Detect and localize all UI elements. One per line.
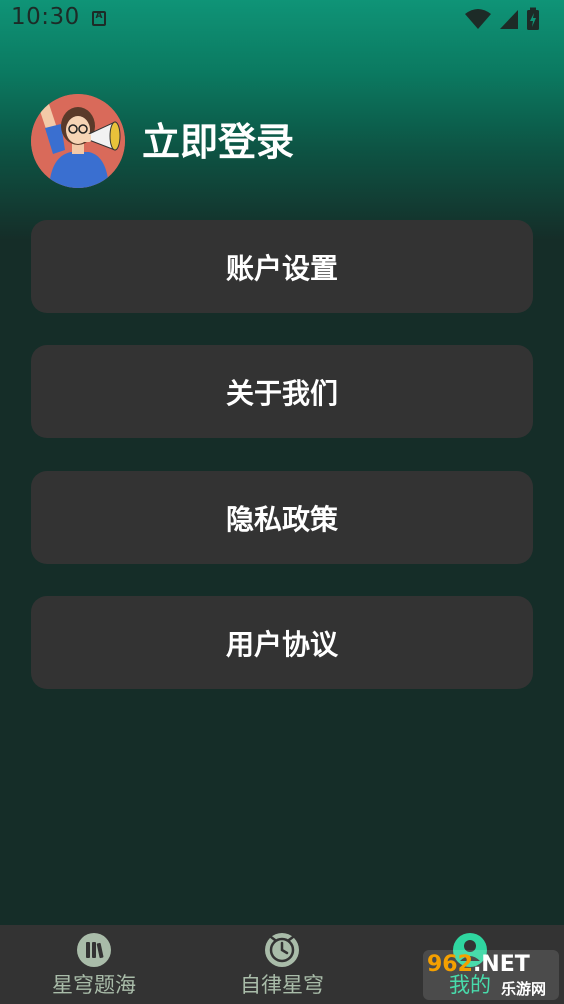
clock-icon [265, 933, 299, 967]
notification-a-icon: A [92, 11, 106, 26]
cellular-signal-icon [500, 10, 518, 29]
user-agreement-button[interactable]: 用户协议 [31, 596, 533, 689]
menu-item-label: 账户设置 [225, 251, 338, 285]
privacy-policy-button[interactable]: 隐私政策 [31, 471, 533, 564]
tab-label: 自律星穹 [240, 973, 324, 997]
menu-item-label: 关于我们 [225, 376, 338, 410]
menu-item-label: 用户协议 [225, 627, 338, 661]
avatar[interactable] [31, 94, 125, 188]
login-button[interactable]: 立即登录 [142, 118, 294, 166]
battery-icon [527, 7, 539, 30]
watermark-number: 962 [427, 952, 473, 977]
watermark-text: 乐游网 [501, 980, 547, 998]
status-bar: 10:30 A [0, 0, 564, 38]
wifi-icon [465, 9, 491, 29]
tab-question-bank[interactable]: 星穹题海 [0, 925, 188, 1004]
avatar-illustration [31, 94, 125, 188]
status-time: 10:30 [11, 4, 80, 30]
tab-self-discipline[interactable]: 自律星穹 [188, 925, 376, 1004]
account-settings-button[interactable]: 账户设置 [31, 220, 533, 313]
books-icon [77, 933, 111, 967]
site-watermark-logo: 962.NET 乐游网 [423, 950, 559, 1000]
status-icons [464, 7, 554, 31]
tab-label: 星穹题海 [52, 973, 136, 997]
watermark-suffix: .NET [472, 952, 530, 977]
about-us-button[interactable]: 关于我们 [31, 345, 533, 438]
menu-item-label: 隐私政策 [225, 502, 338, 536]
